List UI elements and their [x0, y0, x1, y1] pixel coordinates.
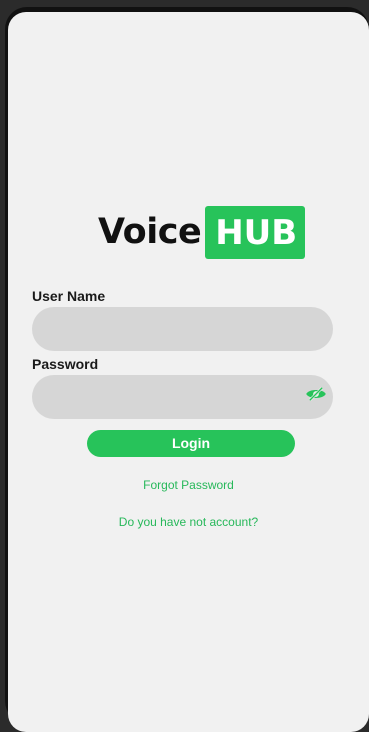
username-input[interactable] — [32, 307, 333, 351]
password-input[interactable] — [32, 375, 333, 419]
login-screen: Voice HUB User Name Password Login Forgo… — [8, 12, 369, 732]
voicehub-logo: Voice HUB — [98, 203, 306, 261]
logo-word: Voice — [98, 211, 202, 252]
eye-slash-icon[interactable] — [305, 386, 327, 402]
forgot-password-link[interactable]: Forgot Password — [8, 478, 369, 492]
create-account-link[interactable]: Do you have not account? — [8, 515, 369, 529]
login-button[interactable]: Login — [87, 430, 295, 457]
password-label: Password — [32, 356, 99, 372]
logo-badge: HUB — [205, 205, 306, 259]
username-label: User Name — [32, 288, 106, 304]
